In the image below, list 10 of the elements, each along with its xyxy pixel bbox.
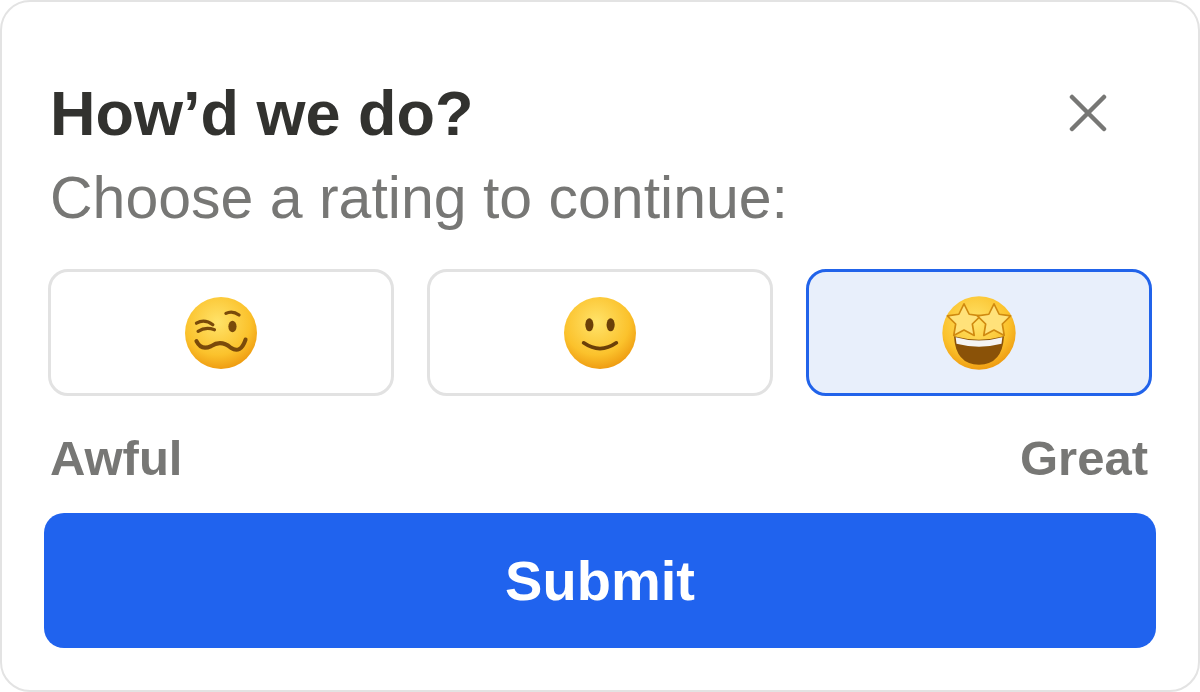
smiling-face-icon bbox=[564, 296, 636, 369]
scale-low-label: Awful bbox=[50, 430, 183, 486]
dialog-subtitle: Choose a rating to continue: bbox=[49, 165, 788, 231]
close-icon bbox=[1069, 94, 1107, 132]
close-button[interactable] bbox=[1068, 93, 1108, 133]
submit-button[interactable]: Submit bbox=[44, 513, 1156, 648]
dialog-title: How’d we do? bbox=[50, 77, 474, 149]
rating-option[interactable] bbox=[806, 269, 1152, 396]
woozy-face-icon bbox=[185, 296, 257, 369]
scale-high-label: Great bbox=[1020, 430, 1148, 486]
